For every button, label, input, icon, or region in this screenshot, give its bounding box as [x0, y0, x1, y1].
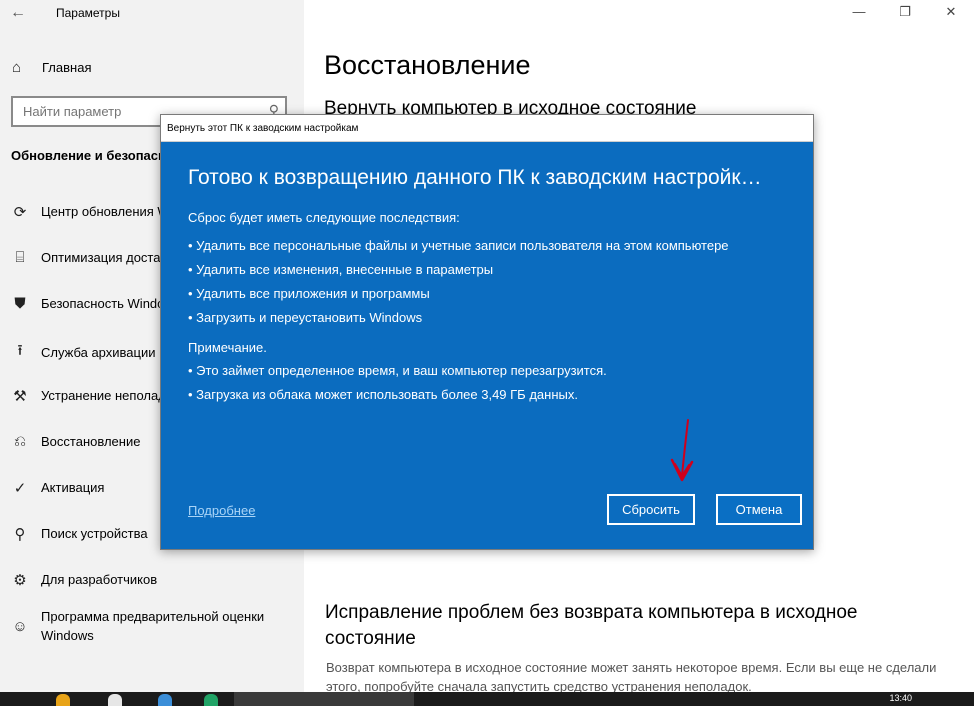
- backup-icon: ⭱: [17, 342, 23, 359]
- sidebar-item-label: Восстановление: [41, 434, 141, 449]
- sidebar-item-label: Главная: [42, 59, 92, 75]
- sidebar-item-label: Служба архивации: [41, 345, 156, 360]
- maximize-icon[interactable]: ❐: [882, 0, 928, 26]
- notes-list: • Это займет определенное время, и ваш к…: [188, 359, 607, 407]
- find-device-icon: ⚲: [14, 525, 26, 543]
- sidebar-item-label: Устранение неполадок: [41, 388, 179, 403]
- reset-pc-dialog: Вернуть этот ПК к заводским настройкам Г…: [160, 114, 814, 550]
- dialog-title: Вернуть этот ПК к заводским настройкам: [161, 115, 813, 142]
- explorer-icon[interactable]: [56, 694, 70, 706]
- shield-icon: ⛊: [14, 295, 26, 312]
- window-controls: — ❐ ✕: [824, 0, 974, 26]
- fix-problems-heading: Исправление проблем без возврата компьют…: [325, 602, 858, 649]
- minimize-icon[interactable]: —: [836, 0, 882, 26]
- list-item: • Удалить все приложения и программы: [188, 286, 430, 301]
- page-title: Восстановление: [324, 50, 531, 80]
- dialog-intro: Сброс будет иметь следующие последствия:: [188, 210, 460, 225]
- sidebar-item-label: Поиск устройства: [41, 526, 148, 541]
- more-info-link[interactable]: Подробнее: [188, 503, 255, 518]
- sidebar-item-label: Для разработчиков: [41, 572, 158, 587]
- list-item: • Это займет определенное время, и ваш к…: [188, 363, 607, 378]
- reset-button[interactable]: Сбросить: [607, 494, 695, 525]
- insider-icon: ☺: [12, 617, 28, 635]
- fix-problems-description: Возврат компьютера в исходное состояние …: [326, 660, 937, 694]
- back-arrow-icon[interactable]: ←: [10, 4, 30, 22]
- activation-icon: ✓: [13, 479, 27, 497]
- sidebar-item-label: Программа предварительной оценки Windows: [41, 609, 265, 643]
- taskbar-clock[interactable]: 13:40: [889, 692, 912, 704]
- window-title: Параметры: [56, 6, 120, 20]
- annotation-arrow-icon: [670, 419, 694, 482]
- delivery-optimization-icon: ⌸: [15, 249, 25, 266]
- list-item: • Удалить все персональные файлы и учетн…: [188, 238, 729, 253]
- recovery-icon: ⎌: [13, 433, 26, 450]
- spreadsheet-icon[interactable]: [204, 694, 218, 706]
- sidebar-item-home[interactable]: ⌂ Главная: [12, 56, 91, 78]
- sidebar-item-developers[interactable]: ⚙ Для разработчиков: [10, 570, 300, 589]
- sidebar-item-label: Активация: [41, 480, 105, 495]
- developer-icon: ⚙: [13, 571, 27, 589]
- sync-icon: ⟳: [13, 203, 27, 221]
- close-icon[interactable]: ✕: [928, 0, 974, 26]
- list-item: • Удалить все изменения, внесенные в пар…: [188, 262, 494, 277]
- note-title: Примечание.: [188, 340, 267, 355]
- home-icon: ⌂: [12, 58, 22, 76]
- cancel-button[interactable]: Отмена: [715, 493, 803, 526]
- taskbar: 13:40: [0, 692, 974, 706]
- wrench-icon: ⚒: [13, 387, 27, 405]
- sidebar-item-insider[interactable]: ☺ Программа предварительной оценки Windo…: [10, 607, 300, 645]
- list-item: • Загрузка из облака может использовать …: [188, 387, 578, 402]
- active-taskbar-app[interactable]: [234, 692, 414, 706]
- list-item: • Загрузить и переустановить Windows: [188, 310, 423, 325]
- app-icon[interactable]: [158, 694, 172, 706]
- consequences-list: • Удалить все персональные файлы и учетн…: [188, 234, 729, 330]
- dialog-heading: Готово к возвращению данного ПК к заводс…: [188, 166, 762, 189]
- browser-icon[interactable]: [108, 694, 122, 706]
